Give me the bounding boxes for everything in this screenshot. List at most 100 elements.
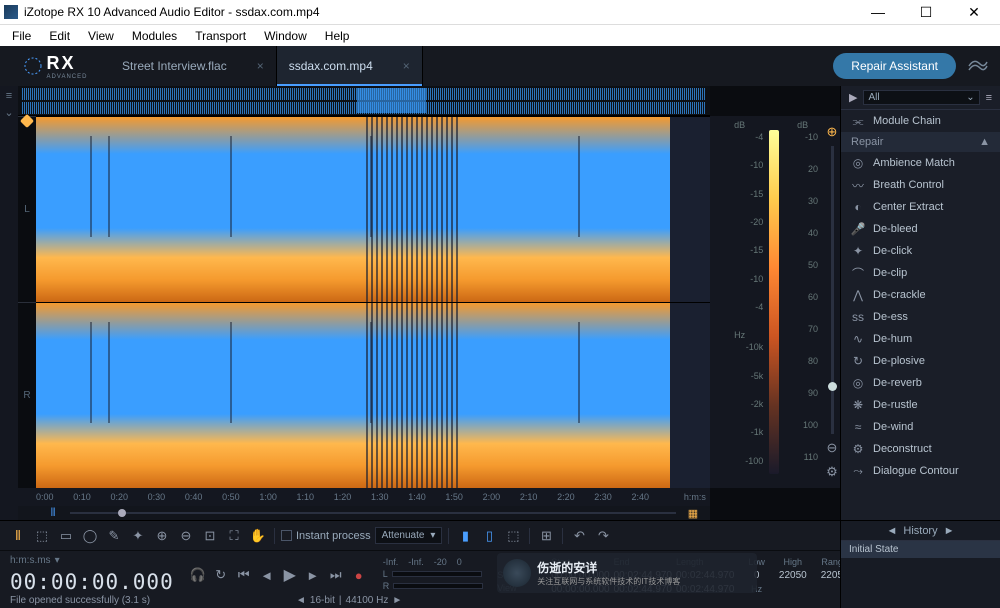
sidebar-item-de-bleed[interactable]: 🎤De-bleed xyxy=(841,218,1000,240)
menu-modules[interactable]: Modules xyxy=(124,27,185,45)
tool-zoom-fit-icon[interactable]: ⛶ xyxy=(224,526,244,546)
color-db-scale: dB -102030405060708090100110 xyxy=(781,116,824,488)
spark-icon: ✦ xyxy=(851,244,865,258)
overview-waveform[interactable] xyxy=(18,86,710,116)
maximize-button[interactable]: ☐ xyxy=(904,4,948,21)
sidebar-item-de-crackle[interactable]: ⋀De-crackle xyxy=(841,284,1000,306)
assistant-icon[interactable] xyxy=(966,54,990,78)
rustle-icon: ❋ xyxy=(851,398,865,412)
contour-icon: ⤳ xyxy=(851,464,865,478)
spectrogram-view-icon[interactable]: ▦ xyxy=(686,507,700,520)
module-chain-button[interactable]: ⫘ Module Chain xyxy=(841,110,1000,132)
prev-icon[interactable]: ◄ xyxy=(257,565,277,585)
crackle-icon: ⋀ xyxy=(851,288,865,302)
menu-window[interactable]: Window xyxy=(256,27,315,45)
sidebar-item-breath-control[interactable]: 〰Breath Control xyxy=(841,174,1000,196)
collapse-icon: ▲ xyxy=(979,136,990,148)
tool-zoom-in-icon[interactable]: ⊕ xyxy=(152,526,172,546)
tab-close-icon[interactable]: × xyxy=(257,59,264,73)
instant-process-checkbox[interactable]: Instant process xyxy=(281,530,371,542)
sidebar-item-center-extract[interactable]: ◐Center Extract xyxy=(841,196,1000,218)
channel-r-label: R xyxy=(18,302,36,488)
menu-transport[interactable]: Transport xyxy=(187,27,254,45)
snap-icon[interactable]: ⊞ xyxy=(536,526,556,546)
timecode-display[interactable]: 00:00:00.000 xyxy=(10,570,174,594)
headphones-icon[interactable]: 🎧 xyxy=(188,565,208,585)
waveform-view-icon[interactable]: ⫴ xyxy=(46,507,60,520)
sidebar-item-de-wind[interactable]: ≈De-wind xyxy=(841,416,1000,438)
zoom-out-v-icon[interactable]: ⊖ xyxy=(822,438,842,458)
history-item-initial[interactable]: Initial State xyxy=(841,541,1000,558)
sidebar-header: ▶ All⌄ ≡ xyxy=(841,86,1000,110)
tool-region-icon[interactable]: ▭ xyxy=(56,526,76,546)
sidebar-item-de-reverb[interactable]: ◎De-reverb xyxy=(841,372,1000,394)
channels: L R dB -4-10-15-20-15-10-4 Hz -10k-5k-2k… xyxy=(18,116,840,488)
tab-street-interview[interactable]: Street Interview.flac × xyxy=(110,46,277,86)
hum-icon: ∿ xyxy=(851,332,865,346)
logo-tier: ADVANCED xyxy=(47,74,88,80)
loop-icon[interactable]: ↻ xyxy=(211,565,231,585)
tab-close-icon[interactable]: × xyxy=(403,59,410,73)
rewind-icon[interactable]: ⏮ xyxy=(234,565,254,585)
close-button[interactable]: ✕ xyxy=(952,4,996,21)
view-blend-slider[interactable] xyxy=(70,512,676,514)
spectrogram-stack[interactable] xyxy=(36,116,710,488)
play-icon[interactable]: ▶ xyxy=(280,565,300,585)
tool-grab-icon[interactable]: ✋ xyxy=(248,526,268,546)
time-format-label[interactable]: h:m:s.ms▾ xyxy=(10,555,174,566)
tool-brush-icon[interactable]: ✎ xyxy=(104,526,124,546)
reverb-icon: ◎ xyxy=(851,376,865,390)
sidebar-item-ambience-match[interactable]: ◎Ambience Match xyxy=(841,152,1000,174)
menu-edit[interactable]: Edit xyxy=(41,27,78,45)
sidebar-menu-icon[interactable]: ≡ xyxy=(986,92,992,104)
undo-icon[interactable]: ↶ xyxy=(569,526,589,546)
sidebar-item-de-clip[interactable]: ⌒De-clip xyxy=(841,262,1000,284)
tool-zoom-sel-icon[interactable]: ⊡ xyxy=(200,526,220,546)
tool-marker-icon[interactable]: ⬚ xyxy=(32,526,52,546)
tool-lasso-icon[interactable]: ◯ xyxy=(80,526,100,546)
forward-icon[interactable]: ⏭ xyxy=(326,565,346,585)
menu-help[interactable]: Help xyxy=(317,27,358,45)
tab-ssdax[interactable]: ssdax.com.mp4 × xyxy=(277,46,423,86)
next-icon[interactable]: ► xyxy=(303,565,323,585)
select-freq-icon[interactable]: ▯ xyxy=(479,526,499,546)
tool-wand-icon[interactable]: ✦ xyxy=(128,526,148,546)
menu-file[interactable]: File xyxy=(4,27,39,45)
db-scale: dB -4-10-15-20-15-10-4 Hz -10k-5k-2k-1k-… xyxy=(710,116,769,488)
tool-zoom-out-icon[interactable]: ⊖ xyxy=(176,526,196,546)
collapse-icon[interactable]: ⌄ xyxy=(4,106,13,119)
expand-icon[interactable]: ≡ xyxy=(6,90,12,102)
window-title: iZotope RX 10 Advanced Audio Editor - ss… xyxy=(24,5,856,19)
menu-view[interactable]: View xyxy=(80,27,122,45)
record-icon[interactable]: ● xyxy=(349,565,369,585)
sidebar-item-de-hum[interactable]: ∿De-hum xyxy=(841,328,1000,350)
editor-main: ≡ ⌄ L R dB xyxy=(0,86,1000,520)
sidebar-play-icon[interactable]: ▶ xyxy=(849,91,857,104)
select-all-icon[interactable]: ⬚ xyxy=(503,526,523,546)
channel-r-spectrogram[interactable] xyxy=(36,302,710,488)
sidebar-item-de-ess[interactable]: ssDe-ess xyxy=(841,306,1000,328)
ambience-icon: ◎ xyxy=(851,156,865,170)
repair-assistant-button[interactable]: Repair Assistant xyxy=(833,53,956,79)
meter-l xyxy=(392,571,482,577)
sidebar-item-de-rustle[interactable]: ❋De-rustle xyxy=(841,394,1000,416)
sidebar-item-dialogue-contour[interactable]: ⤳Dialogue Contour xyxy=(841,460,1000,482)
time-ruler[interactable]: 0:000:100:200:300:400:501:001:101:201:30… xyxy=(18,488,710,506)
zoom-in-v-icon[interactable]: ⊕ xyxy=(822,122,842,142)
process-mode-select[interactable]: Attenuate▾ xyxy=(375,527,443,544)
sidebar-filter-select[interactable]: All⌄ xyxy=(863,90,979,105)
sidebar-item-deconstruct[interactable]: ⚙Deconstruct xyxy=(841,438,1000,460)
select-time-icon[interactable]: ▮ xyxy=(455,526,475,546)
sidebar-section-repair[interactable]: Repair▲ xyxy=(841,132,1000,152)
redo-icon[interactable]: ↷ xyxy=(593,526,613,546)
sidebar-item-de-plosive[interactable]: ↻De-plosive xyxy=(841,350,1000,372)
minimize-button[interactable]: — xyxy=(856,4,900,21)
v-zoom-slider[interactable] xyxy=(831,146,834,434)
amplitude-scales: dB -4-10-15-20-15-10-4 Hz -10k-5k-2k-1k-… xyxy=(710,116,840,488)
channel-l-spectrogram[interactable] xyxy=(36,116,710,302)
tool-waveform-icon[interactable]: ⫴ xyxy=(8,526,28,546)
settings-icon[interactable]: ⚙ xyxy=(822,462,842,482)
history-header[interactable]: ◄History► xyxy=(841,521,1000,541)
document-tabs: Street Interview.flac × ssdax.com.mp4 × xyxy=(110,46,833,86)
sidebar-item-de-click[interactable]: ✦De-click xyxy=(841,240,1000,262)
